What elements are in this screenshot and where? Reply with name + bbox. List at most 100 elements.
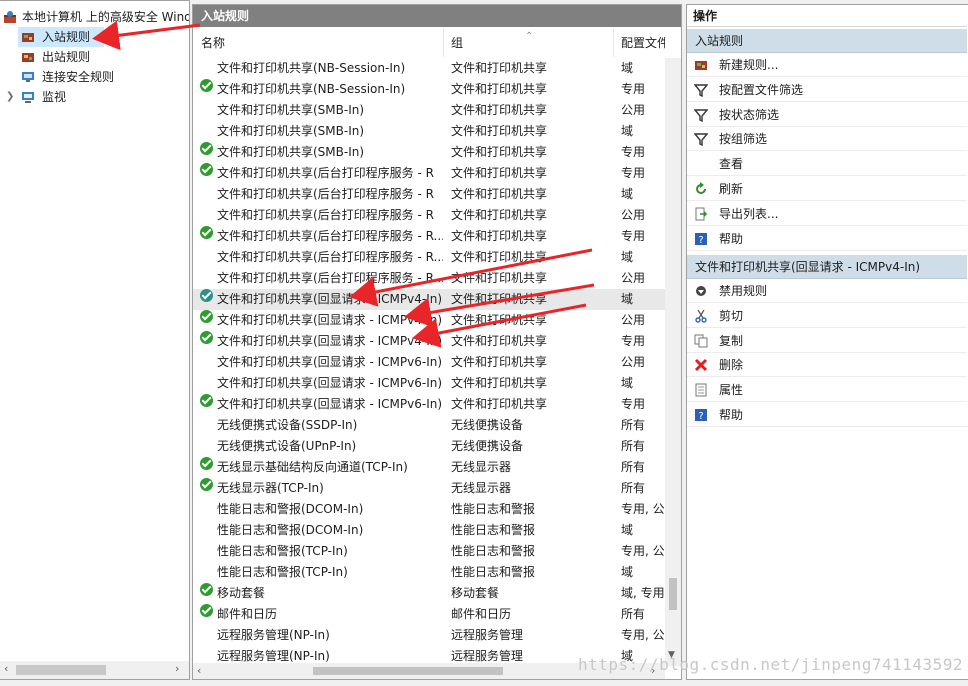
table-row[interactable]: 文件和打印机共享(后台打印程序服务 - R 文件和打印机共享 专用 <box>193 163 665 184</box>
action-label: 查看 <box>719 157 744 172</box>
table-row[interactable]: 文件和打印机共享(SMB-In) 文件和打印机共享 域 <box>193 121 665 142</box>
rule-group-cell: 无线便携设备 <box>451 418 524 432</box>
rule-profile-cell: 专用 <box>621 145 646 159</box>
rules-list: 文件和打印机共享(NB-Session-In) 文件和打印机共享域文件和打印机共享… <box>193 58 665 666</box>
rule-name-cell: 性能日志和警报(TCP-In) <box>217 565 348 579</box>
svg-text:?: ? <box>698 235 703 246</box>
action-item[interactable]: 删除 <box>687 353 967 378</box>
table-row[interactable]: 文件和打印机共享(NB-Session-In) 文件和打印机共享 域 <box>193 58 665 79</box>
table-row[interactable]: 文件和打印机共享(后台打印程序服务 - R 文件和打印机共享 域 <box>193 184 665 205</box>
column-header-name[interactable]: 名称 <box>201 29 225 57</box>
action-item[interactable]: 按组筛选 <box>687 127 967 152</box>
action-item[interactable]: 新建规则... <box>687 53 967 77</box>
table-row[interactable]: 移动套餐 移动套餐 域, 专用 <box>193 583 665 604</box>
scroll-thumb[interactable] <box>16 665 106 675</box>
table-row[interactable]: 无线显示基础结构反向通道(TCP-In) 无线显示器 所有 <box>193 457 665 478</box>
rule-profile-cell: 公用 <box>621 313 646 327</box>
action-item[interactable]: 按状态筛选 <box>687 103 967 127</box>
refresh-icon <box>696 182 706 194</box>
action-item[interactable]: 查看 <box>687 152 967 177</box>
table-row[interactable]: 文件和打印机共享(SMB-In) 文件和打印机共享 专用 <box>193 142 665 163</box>
scroll-thumb[interactable] <box>313 667 503 675</box>
column-divider[interactable] <box>443 29 444 57</box>
tree-item-label: 入站规则 <box>42 30 91 44</box>
action-item[interactable]: 刷新 <box>687 177 967 201</box>
tree-root-label: 本地计算机 上的高级安全 Windows Defender 防火墙 <box>22 10 189 24</box>
table-row[interactable]: 文件和打印机共享(后台打印程序服务 - R... 文件和打印机共享 域 <box>193 247 665 268</box>
table-row[interactable]: 文件和打印机共享(回显请求 - ICMPv4-In) 文件和打印机共享 公用 <box>193 310 665 331</box>
table-row[interactable]: 文件和打印机共享(SMB-In) 文件和打印机共享 公用 <box>193 100 665 121</box>
table-row[interactable]: 文件和打印机共享(回显请求 - ICMPv6-In) 文件和打印机共享 公用 <box>193 352 665 373</box>
column-header-profile[interactable]: 配置文件 <box>621 29 665 57</box>
rule-group-cell: 无线显示器 <box>451 481 512 495</box>
table-row[interactable]: 无线便携式设备(UPnP-In) 无线便携设备 所有 <box>193 436 665 457</box>
rule-profile-cell: 所有 <box>621 418 646 432</box>
rule-profile-cell: 域 <box>621 565 634 579</box>
action-label: 剪切 <box>719 308 744 323</box>
action-item[interactable]: 复制 <box>687 329 967 353</box>
scroll-right-icon[interactable]: › <box>175 662 179 675</box>
rule-profile-cell: 域 <box>621 61 634 75</box>
table-row[interactable]: 文件和打印机共享(NB-Session-In) 文件和打印机共享 专用 <box>193 79 665 100</box>
table-row[interactable]: 文件和打印机共享(后台打印程序服务 - R... 文件和打印机共享 公用 <box>193 268 665 289</box>
table-row[interactable]: 无线显示器(TCP-In) 无线显示器 所有 <box>193 478 665 499</box>
rules-vertical-scrollbar[interactable]: ▼ <box>665 58 681 666</box>
rule-name-cell: 文件和打印机共享(NB-Session-In) <box>217 61 406 75</box>
tree-root[interactable]: 本地计算机 上的高级安全 Windows Defender 防火墙 <box>0 7 189 27</box>
rule-profile-cell: 域 <box>621 376 634 390</box>
copy-icon <box>694 334 708 348</box>
table-row[interactable]: 文件和打印机共享(后台打印程序服务 - R... 文件和打印机共享 专用 <box>193 226 665 247</box>
rule-profile-cell: 域, 专用 <box>621 586 665 600</box>
table-row[interactable]: 性能日志和警报(TCP-In) 性能日志和警报 专用, 公 <box>193 541 665 562</box>
rule-enabled-check-icon <box>200 457 213 470</box>
column-divider[interactable] <box>613 29 614 57</box>
scroll-thumb[interactable] <box>669 578 677 610</box>
rule-profile-cell: 专用, 公 <box>621 544 665 558</box>
expand-chevron-icon[interactable]: ❯ <box>6 87 14 107</box>
table-row[interactable]: 文件和打印机共享(回显请求 - ICMPv6-In) 文件和打印机共享 专用 <box>193 394 665 415</box>
table-row[interactable]: 性能日志和警报(TCP-In) 性能日志和警报 域 <box>193 562 665 583</box>
action-item[interactable]: 禁用规则 <box>687 279 967 303</box>
action-item[interactable]: 剪切 <box>687 304 967 328</box>
rule-profile-cell: 专用 <box>621 334 646 348</box>
rule-name-cell: 无线便携式设备(SSDP-In) <box>217 418 358 432</box>
table-row[interactable]: 邮件和日历 邮件和日历 所有 <box>193 604 665 625</box>
tree-item-outbound-rules[interactable]: 出站规则 <box>18 47 168 67</box>
column-header-group[interactable]: 组 <box>451 29 463 57</box>
rule-name-cell: 文件和打印机共享(NB-Session-In) <box>217 82 406 96</box>
rule-group-cell: 邮件和日历 <box>451 607 512 621</box>
table-row[interactable]: 无线便携式设备(SSDP-In) 无线便携设备 所有 <box>193 415 665 436</box>
tree-item-inbound-rules[interactable]: 入站规则 <box>18 27 104 47</box>
actions-section-inbound[interactable]: 入站规则 <box>687 29 967 53</box>
action-item[interactable]: 属性 <box>687 378 967 403</box>
rule-name-cell: 远程服务管理(NP-In) <box>217 628 330 642</box>
table-row[interactable]: 文件和打印机共享(回显请求 - ICMPv4-In) 文件和打印机共享 域 <box>193 289 665 310</box>
action-item[interactable]: 导出列表... <box>687 202 967 226</box>
table-row[interactable]: 文件和打印机共享(后台打印程序服务 - R 文件和打印机共享 公用 <box>193 205 665 226</box>
rule-name-cell: 文件和打印机共享(SMB-In) <box>217 103 365 117</box>
table-row[interactable]: 性能日志和警报(DCOM-In) 性能日志和警报 域 <box>193 520 665 541</box>
rule-enabled-check-icon <box>200 394 213 407</box>
tree-item-connection-security[interactable]: 连接安全规则 <box>18 67 168 87</box>
action-item[interactable]: ? 帮助 <box>687 227 967 251</box>
help-icon: ? <box>695 232 707 246</box>
actions-section-selected-rule[interactable]: 文件和打印机共享(回显请求 - ICMPv4-In) <box>687 255 967 279</box>
scroll-left-icon[interactable]: ‹ <box>4 662 8 675</box>
rule-name-cell: 文件和打印机共享(回显请求 - ICMPv4-In) <box>217 313 443 327</box>
tree-item-monitoring[interactable]: ❯ 监视 <box>0 87 150 107</box>
action-item[interactable]: ? 帮助 <box>687 403 967 427</box>
scroll-left-icon[interactable]: ‹ <box>197 664 201 677</box>
action-item[interactable]: 按配置文件筛选 <box>687 78 967 102</box>
tree-horizontal-scrollbar[interactable]: ‹ › <box>0 661 189 679</box>
rule-name-cell: 性能日志和警报(DCOM-In) <box>217 523 364 537</box>
action-label: 属性 <box>719 383 744 398</box>
table-row[interactable]: 远程服务管理(NP-In) 远程服务管理 专用, 公 <box>193 625 665 646</box>
table-row[interactable]: 文件和打印机共享(回显请求 - ICMPv6-In) 文件和打印机共享 域 <box>193 373 665 394</box>
rule-profile-cell: 公用 <box>621 103 646 117</box>
action-label: 复制 <box>719 333 744 348</box>
rule-name-cell: 文件和打印机共享(后台打印程序服务 - R... <box>217 250 443 264</box>
table-row[interactable]: 性能日志和警报(DCOM-In) 性能日志和警报 专用, 公 <box>193 499 665 520</box>
rule-group-cell: 性能日志和警报 <box>451 523 536 537</box>
rule-group-cell: 文件和打印机共享 <box>451 187 548 201</box>
table-row[interactable]: 文件和打印机共享(回显请求 - ICMPv4-In) 文件和打印机共享 专用 <box>193 331 665 352</box>
